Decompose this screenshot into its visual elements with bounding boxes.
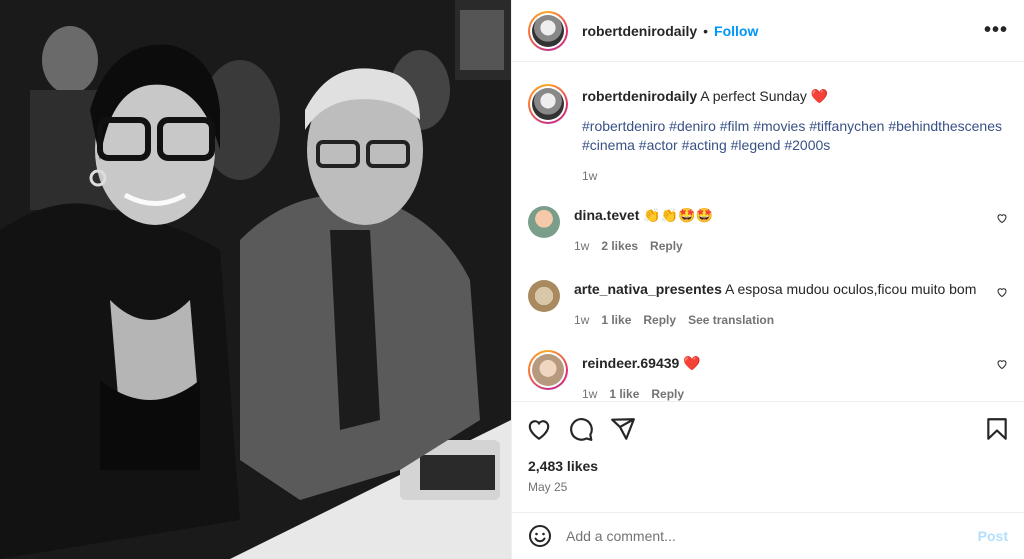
post-photo[interactable] bbox=[0, 0, 511, 559]
post-comment-button[interactable]: Post bbox=[978, 528, 1008, 544]
follow-button[interactable]: Follow bbox=[714, 23, 758, 39]
story-ring[interactable] bbox=[528, 10, 568, 51]
post-header: robertdenirodaily • Follow ••• bbox=[512, 0, 1024, 62]
separator-dot: • bbox=[703, 22, 709, 39]
comment-age: 1w bbox=[582, 387, 598, 401]
comment-username[interactable]: reindeer.69439 bbox=[582, 355, 679, 371]
heart-icon[interactable] bbox=[526, 416, 552, 442]
post-date: May 25 bbox=[528, 480, 568, 494]
caption-avatar[interactable] bbox=[532, 88, 564, 120]
comment-age: 1w bbox=[574, 313, 590, 327]
share-icon[interactable] bbox=[610, 416, 636, 442]
instagram-post-view: robertdenirodaily • Follow ••• robertden… bbox=[0, 0, 1024, 559]
like-comment-heart-icon[interactable] bbox=[996, 358, 1008, 370]
add-comment-bar: Post bbox=[512, 512, 1024, 559]
comment-text: 👏👏🤩🤩 bbox=[643, 207, 713, 223]
more-icon[interactable]: ••• bbox=[984, 19, 1008, 42]
reply-button[interactable]: Reply bbox=[651, 385, 684, 401]
like-comment-heart-icon[interactable] bbox=[996, 286, 1008, 298]
comment-item: arte_nativa_presentes A esposa mudou ocu… bbox=[528, 280, 1008, 330]
post-actions-bar bbox=[512, 401, 1024, 455]
comment-input[interactable] bbox=[566, 528, 964, 544]
comment-username[interactable]: dina.tevet bbox=[574, 207, 639, 223]
comment-likes[interactable]: 2 likes bbox=[601, 237, 638, 256]
bookmark-icon[interactable] bbox=[984, 416, 1010, 442]
author-username[interactable]: robertdenirodaily bbox=[582, 23, 697, 39]
caption-age: 1w bbox=[582, 169, 598, 183]
comment-likes[interactable]: 1 like bbox=[601, 311, 631, 330]
likes-count[interactable]: 2,483 likes bbox=[528, 458, 598, 474]
commenter-avatar[interactable] bbox=[532, 354, 564, 386]
comment-meta: 1w 2 likes Reply bbox=[574, 237, 1008, 256]
commenter-avatar[interactable] bbox=[528, 206, 560, 238]
reply-button[interactable]: Reply bbox=[650, 237, 683, 256]
like-comment-heart-icon[interactable] bbox=[996, 212, 1008, 224]
see-translation-button[interactable]: See translation bbox=[688, 311, 774, 330]
caption-hashtags[interactable]: #robertdeniro #deniro #film #movies #tif… bbox=[582, 117, 1008, 155]
comment-text: A esposa mudou oculos,ficou muito bom bbox=[725, 281, 977, 297]
comment-username[interactable]: arte_nativa_presentes bbox=[574, 281, 722, 297]
comment-item: reindeer.69439 ❤️ 1w 1 like Reply bbox=[528, 350, 1008, 401]
emoji-icon[interactable] bbox=[528, 524, 552, 548]
comment-meta: 1w 1 like Reply See translation bbox=[574, 311, 1008, 330]
reply-button[interactable]: Reply bbox=[643, 311, 676, 330]
comment-text: ❤️ bbox=[683, 355, 701, 371]
comment-item: dina.tevet 👏👏🤩🤩 1w 2 likes Reply bbox=[528, 206, 1008, 256]
comment-meta: 1w 1 like Reply bbox=[582, 385, 1008, 401]
comment-likes[interactable]: 1 like bbox=[609, 385, 639, 401]
red-heart-emoji: ❤️ bbox=[810, 88, 829, 104]
comment-age: 1w bbox=[574, 239, 590, 253]
comments-scroll-area[interactable]: robertdenirodaily A perfect Sunday ❤️ #r… bbox=[512, 63, 1024, 401]
caption-meta: 1w bbox=[582, 167, 1008, 186]
caption-row: robertdenirodaily A perfect Sunday ❤️ #r… bbox=[528, 84, 1008, 186]
author-avatar[interactable] bbox=[532, 14, 564, 47]
comment-icon[interactable] bbox=[568, 416, 594, 442]
commenter-story-ring[interactable] bbox=[528, 350, 568, 390]
commenter-avatar[interactable] bbox=[528, 280, 560, 312]
post-details-panel: robertdenirodaily • Follow ••• robertden… bbox=[511, 0, 1024, 559]
caption-username[interactable]: robertdenirodaily bbox=[582, 88, 697, 104]
caption-text: A perfect Sunday bbox=[700, 88, 807, 104]
photo-illustration bbox=[0, 0, 511, 559]
caption-story-ring[interactable] bbox=[528, 84, 568, 124]
